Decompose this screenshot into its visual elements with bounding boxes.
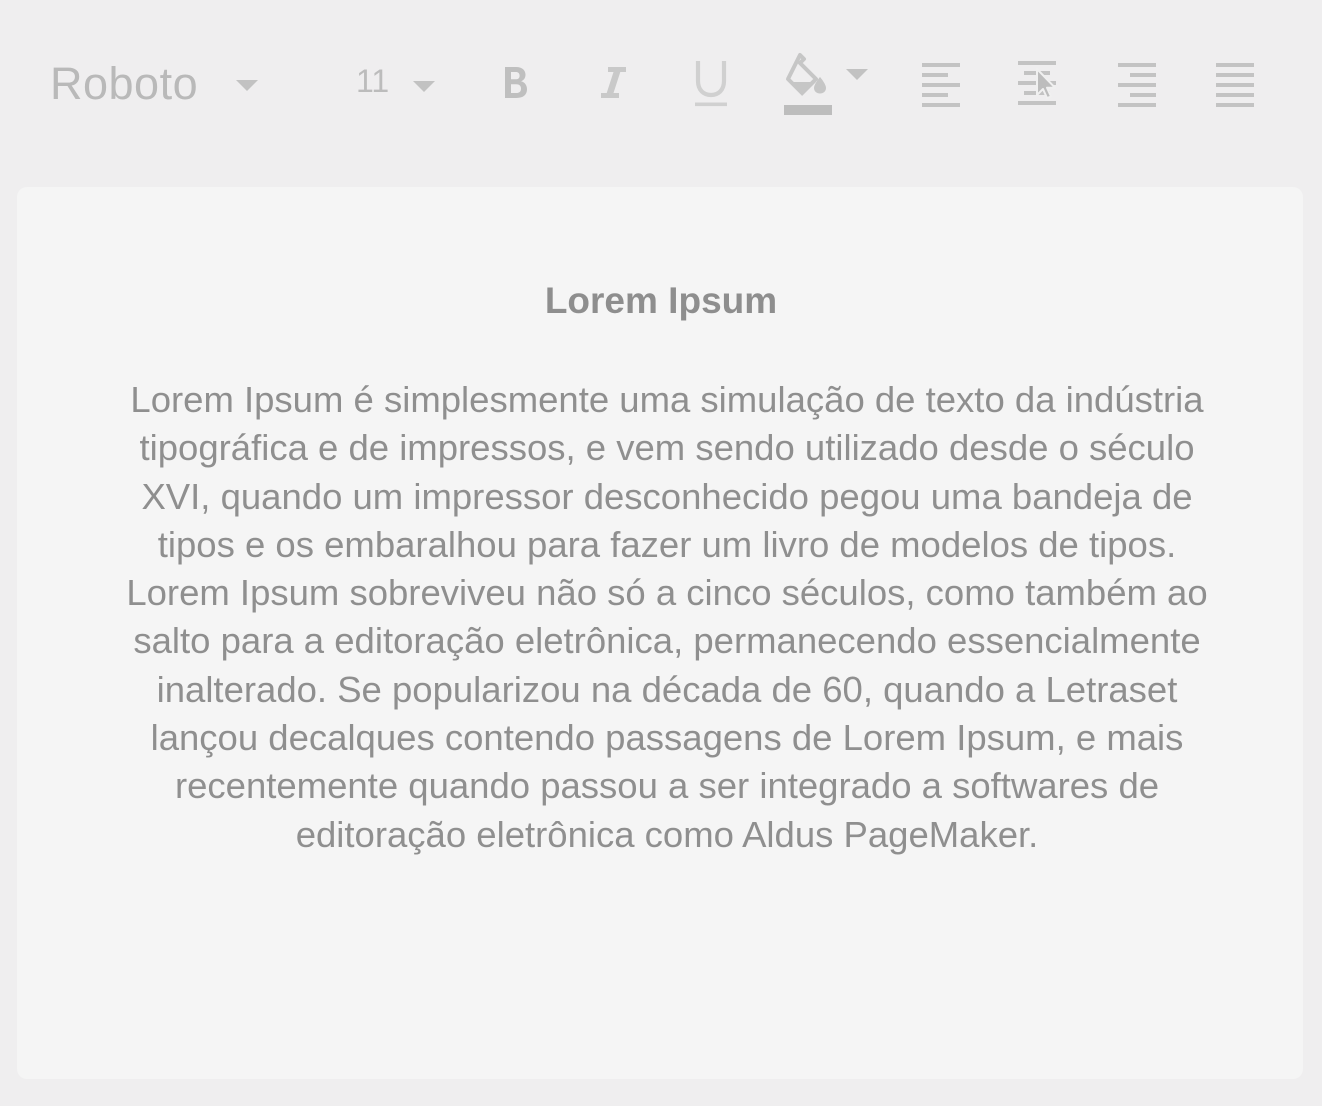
document-body: Lorem Ipsum é simplesmente uma simulação…: [126, 379, 1208, 855]
font-family-dropdown[interactable]: Roboto: [50, 48, 259, 120]
document-title: Lorem Ipsum: [544, 280, 778, 321]
align-justify-button[interactable]: [1203, 48, 1267, 120]
italic-button[interactable]: [581, 48, 645, 120]
fill-color-button[interactable]: [780, 48, 880, 120]
chevron-down-icon: [846, 68, 868, 80]
font-size-dropdown[interactable]: 11: [356, 48, 436, 120]
align-left-icon: [922, 63, 960, 107]
align-right-button[interactable]: [1105, 48, 1169, 120]
underline-icon: [695, 61, 727, 107]
formatting-toolbar: Roboto 11: [0, 0, 1322, 170]
font-size-value: 11: [356, 62, 390, 99]
bold-icon: [505, 67, 527, 98]
italic-icon: [601, 67, 626, 98]
chevron-down-icon: [413, 80, 436, 92]
align-center-icon: [1018, 61, 1056, 105]
align-left-button[interactable]: [909, 48, 973, 120]
align-right-icon: [1118, 63, 1156, 107]
chevron-down-icon: [236, 79, 259, 91]
align-center-button[interactable]: [1007, 48, 1071, 120]
font-family-value: Roboto: [50, 58, 199, 109]
bold-button[interactable]: [484, 48, 548, 120]
paint-bucket-icon: [784, 53, 832, 115]
align-justify-icon: [1216, 63, 1254, 107]
underline-button[interactable]: [679, 48, 743, 120]
